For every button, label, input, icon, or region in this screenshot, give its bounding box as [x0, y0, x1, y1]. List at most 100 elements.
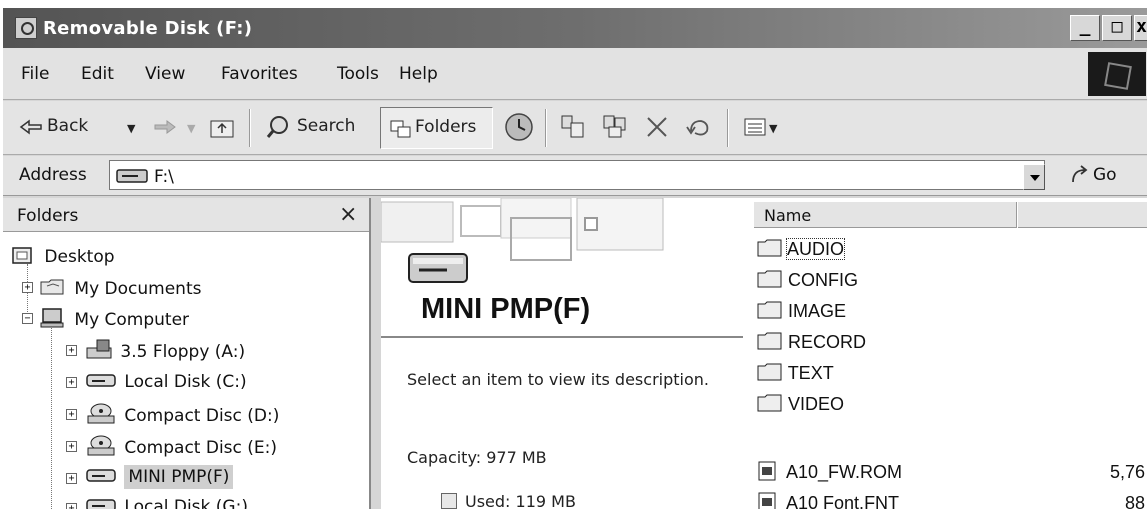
folder-documents-icon	[40, 279, 64, 295]
close-icon[interactable]: ×	[339, 202, 357, 227]
menu-tools[interactable]: Tools	[337, 64, 379, 84]
tree-item-label: Local Disk (G:)	[124, 497, 248, 509]
folder-icon	[757, 394, 782, 412]
forward-arrow-icon[interactable]	[153, 119, 177, 135]
history-icon[interactable]	[503, 111, 535, 143]
go-arrow-icon[interactable]	[1069, 164, 1091, 186]
back-button[interactable]: Back	[47, 116, 88, 136]
tree-item-mini-pmp[interactable]: MINI PMP(F)	[85, 465, 234, 489]
used-label: Used: 119 MB	[465, 492, 576, 509]
forward-dropdown-icon[interactable]: ▼	[187, 122, 195, 135]
undo-icon[interactable]	[683, 115, 711, 139]
close-button[interactable]: x	[1134, 15, 1147, 41]
address-input[interactable]: F:\	[109, 160, 1045, 190]
info-divider	[381, 336, 743, 338]
back-arrow-icon[interactable]	[19, 119, 43, 135]
address-dropdown-icon[interactable]	[1023, 164, 1045, 190]
tree-item-local-disk-g[interactable]: Local Disk (G:)	[85, 496, 248, 509]
address-bar: Address F:\ Go	[3, 156, 1147, 196]
expand-plus-icon[interactable]: +	[66, 441, 77, 452]
drive-title: MINI PMP(F)	[421, 293, 591, 325]
expand-plus-icon[interactable]: +	[66, 409, 77, 420]
minimize-button[interactable]: _	[1070, 15, 1100, 41]
folder-name: CONFIG	[788, 270, 859, 290]
expand-plus-icon[interactable]: +	[22, 282, 33, 293]
tree-item-floppy[interactable]: 3.5 Floppy (A:)	[85, 339, 245, 362]
tree-item-label: Desktop	[44, 247, 115, 267]
used-legend-swatch	[441, 493, 457, 509]
folder-name: RECORD	[788, 332, 867, 352]
cd-drive-icon	[87, 403, 115, 424]
expand-plus-icon[interactable]: +	[66, 377, 77, 388]
list-item-folder[interactable]: VIDEO	[757, 393, 844, 415]
delete-icon[interactable]	[645, 115, 669, 139]
list-item-folder[interactable]: AUDIO	[757, 238, 846, 260]
views-dropdown-icon[interactable]: ▼	[769, 122, 777, 135]
list-item-folder[interactable]: CONFIG	[757, 269, 858, 291]
tree-item-compact-disc-d[interactable]: Compact Disc (D:)	[85, 402, 279, 426]
views-icon[interactable]	[743, 117, 767, 137]
address-label: Address	[19, 165, 87, 185]
menu-favorites[interactable]: Favorites	[221, 64, 298, 84]
removable-drive-icon	[116, 169, 148, 183]
folder-icon	[757, 332, 782, 350]
maximize-button[interactable]: □	[1102, 15, 1132, 41]
collapse-minus-icon[interactable]: −	[22, 313, 33, 324]
list-item-file[interactable]: A10_FW.ROM	[757, 460, 902, 483]
folder-name: AUDIO	[786, 238, 846, 260]
content-pane: MINI PMP(F) Select an item to view its d…	[381, 198, 1147, 509]
column-header-bar: Name	[754, 202, 1147, 228]
menu-edit[interactable]: Edit	[81, 64, 114, 84]
folders-pane-title: Folders	[17, 206, 79, 226]
desktop-icon	[12, 247, 32, 264]
hard-drive-icon	[86, 499, 116, 509]
menu-help[interactable]: Help	[399, 64, 438, 84]
tree-item-local-disk-c[interactable]: Local Disk (C:)	[85, 371, 247, 392]
expand-plus-icon[interactable]: +	[66, 345, 77, 356]
title-bar[interactable]: Removable Disk (F:) _ □ x	[3, 8, 1147, 48]
folders-pane: Folders × Desktop + My Documents − My Co…	[3, 198, 371, 509]
column-name-header[interactable]: Name	[764, 206, 811, 225]
tree-item-label: My Documents	[74, 279, 202, 299]
search-button[interactable]: Search	[297, 116, 355, 136]
hard-drive-icon	[86, 374, 116, 387]
folder-name: IMAGE	[788, 301, 847, 321]
list-item-folder[interactable]: RECORD	[757, 331, 866, 353]
cd-drive-icon	[87, 435, 115, 456]
move-to-icon[interactable]	[559, 113, 587, 141]
expand-plus-icon[interactable]: +	[66, 473, 77, 484]
tree-item-label: 3.5 Floppy (A:)	[120, 342, 246, 362]
file-size: 5,76	[1109, 462, 1145, 482]
folders-toggle[interactable]: Folders	[380, 107, 493, 149]
menu-file[interactable]: File	[21, 64, 49, 84]
menu-view[interactable]: View	[145, 64, 185, 84]
folders-button[interactable]: Folders	[415, 117, 476, 137]
toolbar-separator	[249, 109, 251, 147]
window-title: Removable Disk (F:)	[43, 17, 253, 39]
copy-to-icon[interactable]	[601, 113, 629, 141]
list-item-folder[interactable]: TEXT	[757, 362, 834, 384]
expand-plus-icon[interactable]: +	[66, 503, 77, 509]
tree-item-my-computer[interactable]: My Computer	[39, 307, 189, 330]
up-folder-icon[interactable]	[209, 115, 235, 139]
capacity-label: Capacity: 977 MB	[407, 448, 547, 467]
tree-item-compact-disc-e[interactable]: Compact Disc (E:)	[85, 434, 277, 458]
folders-pane-header: Folders ×	[3, 198, 369, 232]
folder-icon	[757, 270, 782, 288]
folder-name: TEXT	[787, 363, 834, 383]
back-dropdown-icon[interactable]: ▼	[127, 122, 135, 135]
menu-bar: File Edit View Favorites Tools Help	[3, 48, 1147, 100]
tree-item-desktop[interactable]: Desktop	[11, 244, 115, 267]
folder-icon	[757, 363, 782, 381]
tree-item-label: MINI PMP(F)	[124, 465, 234, 489]
tree-item-my-documents[interactable]: My Documents	[39, 276, 201, 299]
list-item-folder[interactable]: IMAGE	[757, 300, 846, 322]
floppy-drive-icon	[86, 339, 112, 359]
standard-toolbar: Back ▼ ▼ Search Folders ▼	[3, 101, 1147, 155]
go-button[interactable]: Go	[1093, 165, 1117, 185]
column-divider[interactable]	[1016, 202, 1018, 228]
list-item-file[interactable]: A10 Font.FNT	[757, 491, 899, 509]
search-icon[interactable]	[265, 113, 293, 141]
tree-line	[51, 328, 52, 509]
tree-item-label: Local Disk (C:)	[124, 372, 247, 392]
